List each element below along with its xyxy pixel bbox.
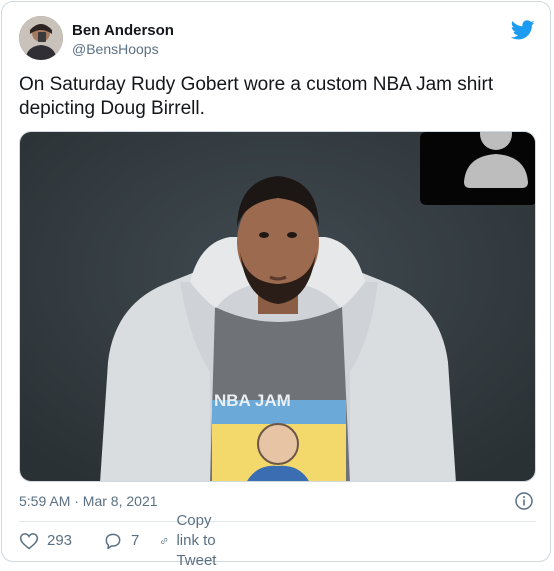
divider	[19, 521, 536, 522]
copy-link-button[interactable]: Copy link to Tweet	[160, 512, 228, 569]
reply-button[interactable]: 7	[103, 531, 139, 551]
tweet-timestamp[interactable]: 5:59 AM · Mar 8, 2021	[19, 493, 158, 509]
author-names: Ben Anderson @BensHoops	[72, 22, 174, 58]
tweet-card: Ben Anderson @BensHoops On Saturday Rudy…	[1, 1, 551, 569]
reply-count: 7	[131, 532, 140, 549]
shirt-print-text: NBA JAM	[214, 391, 291, 410]
twitter-bird-icon[interactable]	[511, 18, 535, 42]
copy-link-label: Copy link to Tweet	[176, 512, 217, 569]
info-icon[interactable]	[514, 491, 534, 511]
participant-tile	[420, 132, 535, 205]
heart-icon	[19, 533, 39, 550]
avatar[interactable]	[19, 16, 63, 60]
like-count: 293	[47, 532, 73, 549]
tweet-text: On Saturday Rudy Gobert wore a custom NB…	[19, 74, 494, 119]
author-handle[interactable]: @BensHoops	[72, 40, 174, 58]
link-icon	[161, 538, 168, 544]
tweet-header: Ben Anderson @BensHoops	[19, 16, 539, 64]
tweet-meta: 5:59 AM · Mar 8, 2021	[19, 491, 534, 511]
like-button[interactable]: 293	[19, 531, 72, 551]
reply-bubble-icon	[105, 533, 121, 550]
tweet-media-image[interactable]: NBA JAM	[19, 131, 536, 482]
author-display-name[interactable]: Ben Anderson	[72, 22, 174, 40]
